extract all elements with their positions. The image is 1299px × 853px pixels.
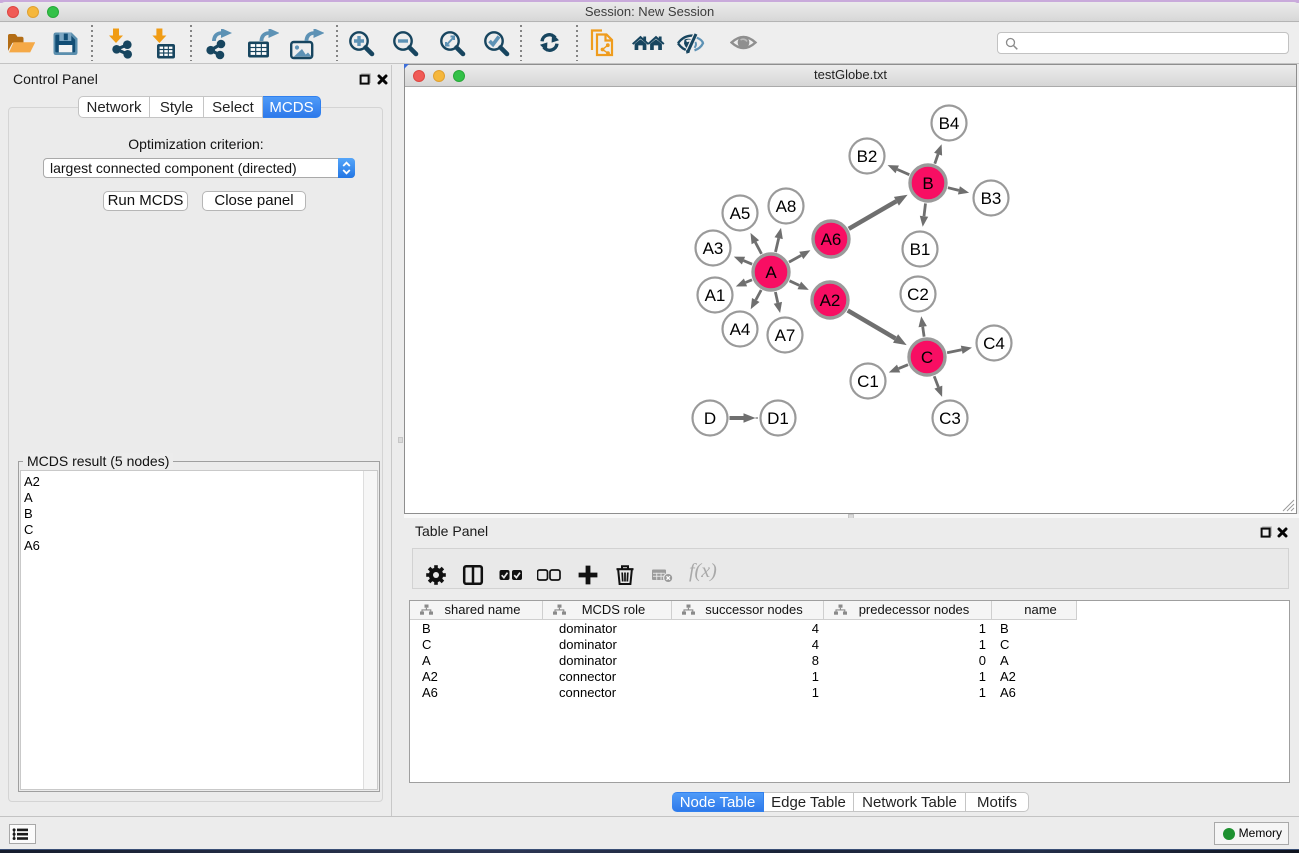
svg-text:A2: A2 xyxy=(820,291,841,310)
svg-text:C: C xyxy=(921,348,933,367)
svg-text:A7: A7 xyxy=(775,326,796,345)
svg-text:A4: A4 xyxy=(730,320,751,339)
svg-text:C2: C2 xyxy=(907,285,929,304)
svg-text:A3: A3 xyxy=(703,239,724,258)
svg-text:B4: B4 xyxy=(939,114,960,133)
svg-text:A1: A1 xyxy=(705,286,726,305)
svg-text:A6: A6 xyxy=(821,230,842,249)
svg-text:C4: C4 xyxy=(983,334,1005,353)
svg-text:B: B xyxy=(922,174,933,193)
svg-text:B1: B1 xyxy=(910,240,931,259)
svg-text:A8: A8 xyxy=(776,197,797,216)
svg-text:C3: C3 xyxy=(939,409,961,428)
svg-text:D1: D1 xyxy=(767,409,789,428)
svg-text:A: A xyxy=(765,263,777,282)
svg-text:D: D xyxy=(704,409,716,428)
svg-text:B3: B3 xyxy=(981,189,1002,208)
svg-text:B2: B2 xyxy=(857,147,878,166)
svg-text:A5: A5 xyxy=(730,204,751,223)
svg-text:C1: C1 xyxy=(857,372,879,391)
